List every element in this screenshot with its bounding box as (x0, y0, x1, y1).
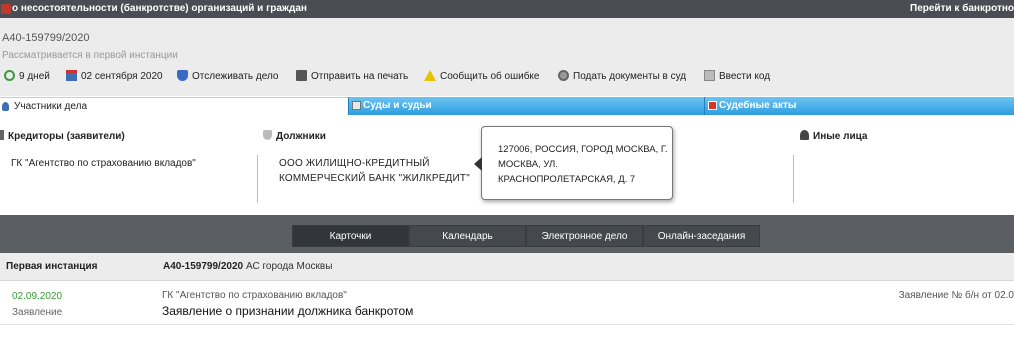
code-icon (704, 70, 715, 81)
tab-cards[interactable]: Карточки (292, 225, 409, 247)
track-case-button[interactable]: Отслеживать дело (177, 69, 279, 85)
document-submit-icon (558, 70, 569, 81)
hearing-date-label: 02 сентября 2020 (81, 71, 163, 82)
debtors-header-label: Должники (276, 131, 326, 142)
document-reference[interactable]: Заявление № б/н от 02.0 (899, 290, 1014, 301)
tab-electronic-case[interactable]: Электронное дело (526, 225, 643, 247)
creditor-name[interactable]: ГК "Агентство по страхованию вкладов" (11, 158, 196, 169)
document-date: 02.09.2020 (12, 291, 63, 302)
tab-acts-label: Судебные акты (719, 100, 797, 111)
person-icon (800, 130, 809, 140)
days-counter: 9 дней (4, 69, 50, 85)
document-party: ГК "Агентство по страхованию вкладов" (162, 290, 347, 301)
app-logo-icon (1, 4, 11, 14)
case-toolbar: 9 дней 02 сентября 2020 Отслеживать дело… (0, 69, 1014, 85)
top-bar: о несостоятельности (банкротстве) органи… (0, 0, 1014, 18)
creditor-icon (0, 130, 4, 140)
hearing-date[interactable]: 02 сентября 2020 (66, 69, 163, 85)
tab-courts-label: Суды и судьи (363, 100, 432, 111)
calendar-icon (66, 70, 77, 81)
days-label: 9 дней (19, 71, 50, 82)
enter-code-label: Ввести код (719, 71, 771, 82)
report-error-button[interactable]: Сообщить об ошибке (424, 69, 539, 85)
warning-icon (424, 70, 436, 81)
print-button[interactable]: Отправить на печать (296, 69, 408, 85)
tab-courts-judges[interactable]: Суды и судьи (348, 97, 704, 115)
pdf-icon (708, 101, 717, 110)
instance-case-number: А40-159799/2020 (163, 261, 244, 272)
tab-calendar[interactable]: Календарь (409, 225, 526, 247)
submit-docs-label: Подать документы в суд (573, 71, 687, 82)
app-title: о несостоятельности (банкротстве) органи… (12, 3, 307, 14)
printer-icon (296, 70, 307, 81)
others-header: Иные лица (800, 130, 867, 142)
others-header-label: Иные лица (813, 131, 868, 142)
report-error-label: Сообщить об ошибке (440, 71, 540, 82)
document-title[interactable]: Заявление о признании должника банкротом (162, 304, 413, 318)
document-row[interactable]: 02.09.2020 Заявление ГК "Агентство по ст… (0, 281, 1014, 325)
document-kind: Заявление (12, 307, 63, 318)
shield-icon (177, 70, 188, 81)
tab-online-hearings[interactable]: Онлайн-заседания (643, 225, 760, 247)
court-icon (352, 101, 361, 110)
submit-docs-button[interactable]: Подать документы в суд (558, 69, 686, 85)
clock-icon (4, 70, 15, 81)
instance-court: АС города Москвы (246, 261, 333, 272)
instance-label: Первая инстанция (6, 261, 98, 272)
track-case-label: Отслеживать дело (192, 71, 279, 82)
column-divider (793, 155, 794, 203)
creditors-header: Кредиторы (заявители) (0, 130, 125, 142)
case-status: Рассматривается в первой инстанции (2, 50, 178, 61)
person-icon (2, 102, 9, 111)
case-tabs: Участники дела Суды и судьи Судебные акт… (0, 97, 1014, 115)
debtor-shield-icon (263, 130, 272, 140)
address-tooltip: 127006, РОССИЯ, ГОРОД МОСКВА, Г. МОСКВА,… (474, 126, 673, 200)
tooltip-address: 127006, РОССИЯ, ГОРОД МОСКВА, Г. МОСКВА,… (498, 144, 668, 185)
tab-judicial-acts[interactable]: Судебные акты (704, 97, 1014, 115)
creditors-header-label: Кредиторы (заявители) (8, 131, 125, 142)
tab-participants[interactable]: Участники дела (0, 97, 348, 115)
tooltip-arrow (474, 157, 482, 171)
tab-participants-label: Участники дела (14, 101, 88, 112)
print-label: Отправить на печать (311, 71, 409, 82)
goto-bankruptcy-link[interactable]: Перейти к банкротно (910, 0, 1014, 18)
debtor-name[interactable]: ООО ЖИЛИЩНО-КРЕДИТНЫЙ КОММЕРЧЕСКИЙ БАНК … (279, 156, 479, 186)
enter-code-button[interactable]: Ввести код (704, 69, 770, 85)
debtors-header: Должники (263, 130, 326, 142)
instance-header[interactable]: Первая инстанция А40-159799/2020 АС горо… (0, 253, 1014, 281)
column-divider (257, 155, 258, 203)
case-number: А40-159799/2020 (2, 32, 90, 44)
view-switcher-bar: Карточки Календарь Электронное дело Онла… (0, 215, 1014, 253)
